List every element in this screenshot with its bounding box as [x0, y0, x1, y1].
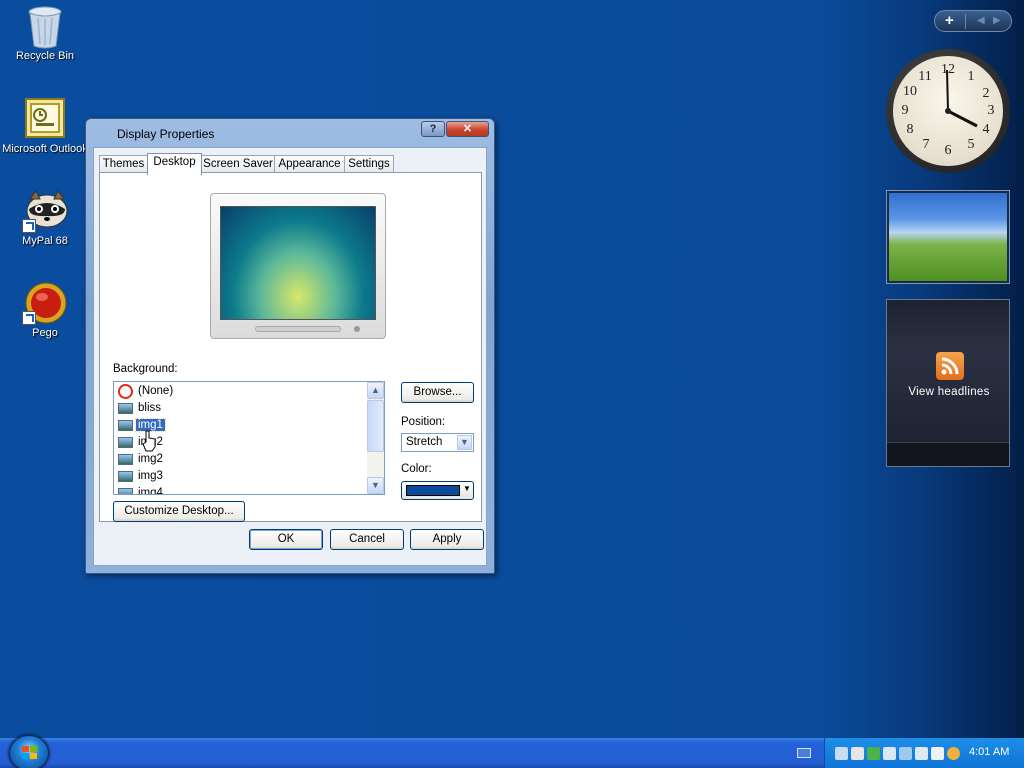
color-swatch: [406, 485, 460, 496]
list-item-label: img3: [138, 470, 163, 482]
image-file-icon: [118, 454, 133, 465]
list-scrollbar[interactable]: ▲ ▼: [367, 382, 384, 494]
toolbar-divider: [965, 14, 966, 29]
outlook-icon: [24, 97, 66, 139]
monitor-icon[interactable]: [883, 747, 896, 760]
list-item[interactable]: img4: [118, 485, 165, 495]
cancel-button[interactable]: Cancel: [330, 529, 404, 550]
color-label: Color:: [401, 463, 432, 475]
windows-logo-icon: [22, 746, 37, 760]
dialog-title: Display Properties: [117, 127, 215, 141]
list-item[interactable]: img2: [118, 451, 165, 468]
color-picker-button[interactable]: ▼: [401, 481, 474, 500]
list-item-label: img2: [138, 453, 163, 465]
scroll-up-icon[interactable]: ▲: [367, 382, 384, 399]
list-item-label: (None): [138, 385, 174, 397]
position-label: Position:: [401, 416, 446, 428]
volume-icon[interactable]: [899, 747, 912, 760]
image-file-icon: [118, 471, 133, 482]
view-headlines-link[interactable]: View headlines: [887, 386, 1011, 398]
network-icon[interactable]: [835, 747, 848, 760]
scroll-down-icon[interactable]: ▼: [367, 477, 384, 494]
search-icon[interactable]: [947, 747, 960, 760]
apply-button[interactable]: Apply: [410, 529, 484, 550]
recycle-bin-icon: [24, 4, 66, 49]
help-button[interactable]: ?: [421, 121, 445, 137]
monitor-preview: [210, 193, 386, 339]
security-shield-icon[interactable]: [867, 747, 880, 760]
desktop-icon-label: Pego: [32, 327, 58, 339]
taskbar-clock[interactable]: 4:01 AM: [969, 746, 1009, 758]
mouse-cursor-icon: [142, 430, 156, 452]
clock-hands: [945, 69, 978, 128]
position-value: Stretch: [406, 436, 443, 448]
gadget-toolbar: + ◀ ▶: [934, 10, 1012, 32]
desktop-icon-mypal[interactable]: MyPal 68: [0, 189, 90, 247]
pego-icon: [22, 281, 67, 325]
close-button[interactable]: ✕: [446, 121, 489, 137]
image-file-icon: [118, 437, 133, 448]
chevron-down-icon: ▼: [463, 484, 471, 493]
image-file-icon: [118, 403, 133, 414]
desktop-icon-label: Microsoft Outlook: [2, 143, 88, 155]
monitor-stand: [255, 326, 341, 332]
ok-button[interactable]: OK: [249, 529, 323, 550]
desktop-tab-panel: Background: (None) bliss img1 img2 img3 …: [99, 172, 482, 522]
background-label: Background:: [113, 363, 178, 375]
clock-gadget[interactable]: 12 1 2 3 4 5 6 7 8 9 10 11: [886, 49, 1010, 173]
wallpaper-preview: [220, 206, 376, 320]
desktop-icon-recycle-bin[interactable]: Recycle Bin: [0, 4, 90, 62]
mypal-icon: [22, 189, 68, 233]
feed-headlines-gadget[interactable]: View headlines: [886, 299, 1010, 467]
rss-icon: [936, 352, 964, 380]
display-icon[interactable]: [851, 747, 864, 760]
scroll-thumb[interactable]: [367, 400, 384, 452]
shortcut-arrow-icon: [22, 311, 36, 325]
keyboard-icon[interactable]: [797, 748, 811, 758]
list-item-label: img4: [138, 487, 163, 495]
list-item[interactable]: (None): [118, 383, 175, 400]
none-icon: [118, 384, 133, 399]
desktop-icon-label: Recycle Bin: [15, 50, 75, 62]
image-file-icon: [118, 420, 133, 431]
display-properties-dialog: Display Properties ? ✕ Themes Desktop Sc…: [85, 118, 495, 574]
system-tray: 4:01 AM: [824, 738, 1024, 768]
clock-face: 12 1 2 3 4 5 6 7 8 9 10 11: [893, 56, 1003, 166]
feed-gadget-footer: [887, 442, 1009, 466]
next-arrow-icon[interactable]: ▶: [993, 15, 1001, 26]
browse-button[interactable]: Browse...: [401, 382, 474, 403]
chevron-down-icon[interactable]: ▼: [457, 435, 472, 450]
tray-app-icon[interactable]: [915, 747, 928, 760]
shortcut-arrow-icon: [22, 219, 36, 233]
desktop-icon-label: MyPal 68: [22, 235, 68, 247]
add-gadget-button[interactable]: +: [945, 12, 954, 29]
dialog-client-area: Themes Desktop Screen Saver Appearance S…: [93, 147, 487, 566]
dialog-titlebar[interactable]: Display Properties ? ✕: [86, 119, 494, 147]
monitor-power-led: [354, 326, 360, 332]
tab-desktop[interactable]: Desktop: [147, 153, 202, 175]
customize-desktop-button[interactable]: Customize Desktop...: [113, 501, 245, 522]
start-button[interactable]: [9, 735, 49, 768]
previous-arrow-icon[interactable]: ◀: [977, 15, 985, 26]
image-file-icon: [118, 488, 133, 494]
slideshow-image: [889, 193, 1007, 281]
language-icon[interactable]: [931, 747, 944, 760]
desktop-icon-pego[interactable]: Pego: [0, 281, 90, 339]
desktop-icon-outlook[interactable]: Microsoft Outlook: [0, 97, 90, 155]
list-item[interactable]: bliss: [118, 400, 163, 417]
list-item-label: bliss: [138, 402, 162, 414]
position-select[interactable]: Stretch ▼: [401, 433, 474, 452]
list-item[interactable]: img3: [118, 468, 165, 485]
slideshow-gadget[interactable]: [886, 190, 1010, 284]
